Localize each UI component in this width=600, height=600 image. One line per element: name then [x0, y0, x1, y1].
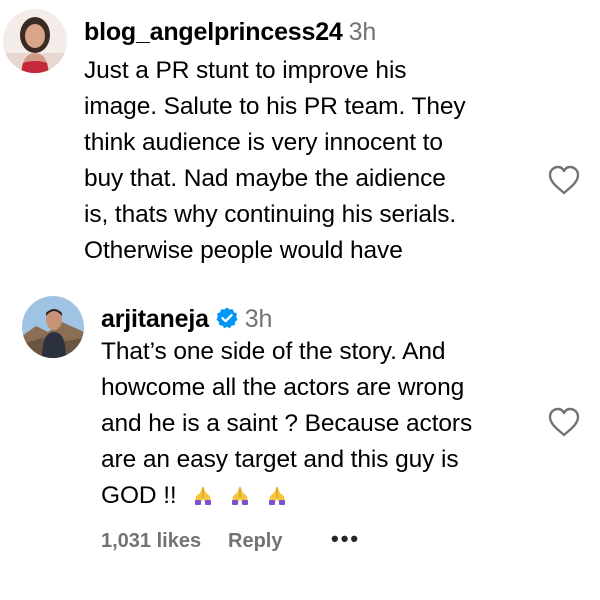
comment-line: GOD !! 🙏 🙏 🙏 [101, 478, 472, 518]
username-text[interactable]: blog_angelprincess24 [84, 18, 343, 46]
comment-line: image. Salute to his PR team. They [84, 93, 466, 120]
comment-line: are an easy target and this guy is [101, 446, 459, 473]
comment-text: That’s one side of the story. And howcom… [101, 334, 472, 518]
comment-line-text: GOD !! [101, 482, 177, 509]
comment-line: and he is a saint ? Because actors [101, 410, 473, 437]
reply-button[interactable]: Reply [228, 530, 282, 553]
heart-outline-icon [548, 407, 580, 437]
user-avatar-photo [3, 9, 67, 73]
emoji-group [191, 482, 294, 509]
timestamp[interactable]: 3h [349, 18, 377, 46]
timestamp[interactable]: 3h [245, 305, 273, 333]
folded-hands-emoji-icon [228, 482, 252, 518]
folded-hands-emoji-icon [191, 482, 215, 518]
comment-text: Just a PR stunt to improve his image. Sa… [84, 53, 466, 269]
comment-line: Just a PR stunt to improve his [84, 57, 407, 84]
comment-line: think audience is very innocent to [84, 129, 443, 156]
username[interactable]: blog_angelprincess24 3h [84, 18, 376, 47]
like-button[interactable] [547, 406, 581, 438]
likes-count[interactable]: 1,031 likes [101, 530, 201, 553]
heart-outline-icon [548, 165, 580, 195]
verified-badge-icon [215, 306, 239, 337]
username-text[interactable]: arjitaneja [101, 305, 209, 333]
avatar[interactable] [22, 296, 84, 358]
comment-line: That’s one side of the story. And [101, 338, 446, 365]
comment-line: Otherwise people would have [84, 237, 403, 264]
folded-hands-emoji-icon [265, 482, 289, 518]
comment-line: is, thats why continuing his serials. [84, 201, 457, 228]
like-button[interactable] [547, 164, 581, 196]
comment-line: howcome all the actors are wrong [101, 374, 465, 401]
user-avatar-photo [22, 296, 84, 358]
avatar[interactable] [3, 9, 67, 73]
comment-line: buy that. Nad maybe the aidience [84, 165, 446, 192]
more-options-icon[interactable]: ••• [331, 526, 360, 552]
username[interactable]: arjitaneja 3h [101, 305, 272, 337]
